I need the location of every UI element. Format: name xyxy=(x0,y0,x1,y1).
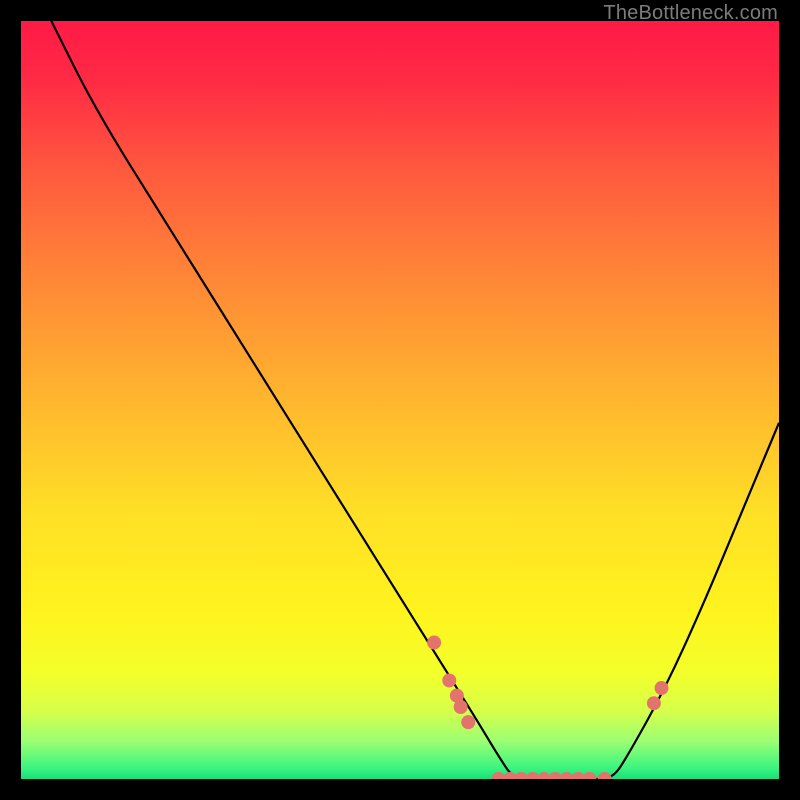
marker-point xyxy=(583,772,597,779)
marker-point xyxy=(442,673,456,687)
marker-point xyxy=(427,636,441,650)
bottleneck-curve xyxy=(51,21,779,779)
marker-point xyxy=(461,715,475,729)
marker-group xyxy=(427,636,668,779)
chart-frame xyxy=(21,21,779,779)
marker-point xyxy=(655,681,669,695)
marker-point xyxy=(598,772,612,779)
chart-plot xyxy=(21,21,779,779)
marker-point xyxy=(454,700,468,714)
marker-point xyxy=(647,696,661,710)
